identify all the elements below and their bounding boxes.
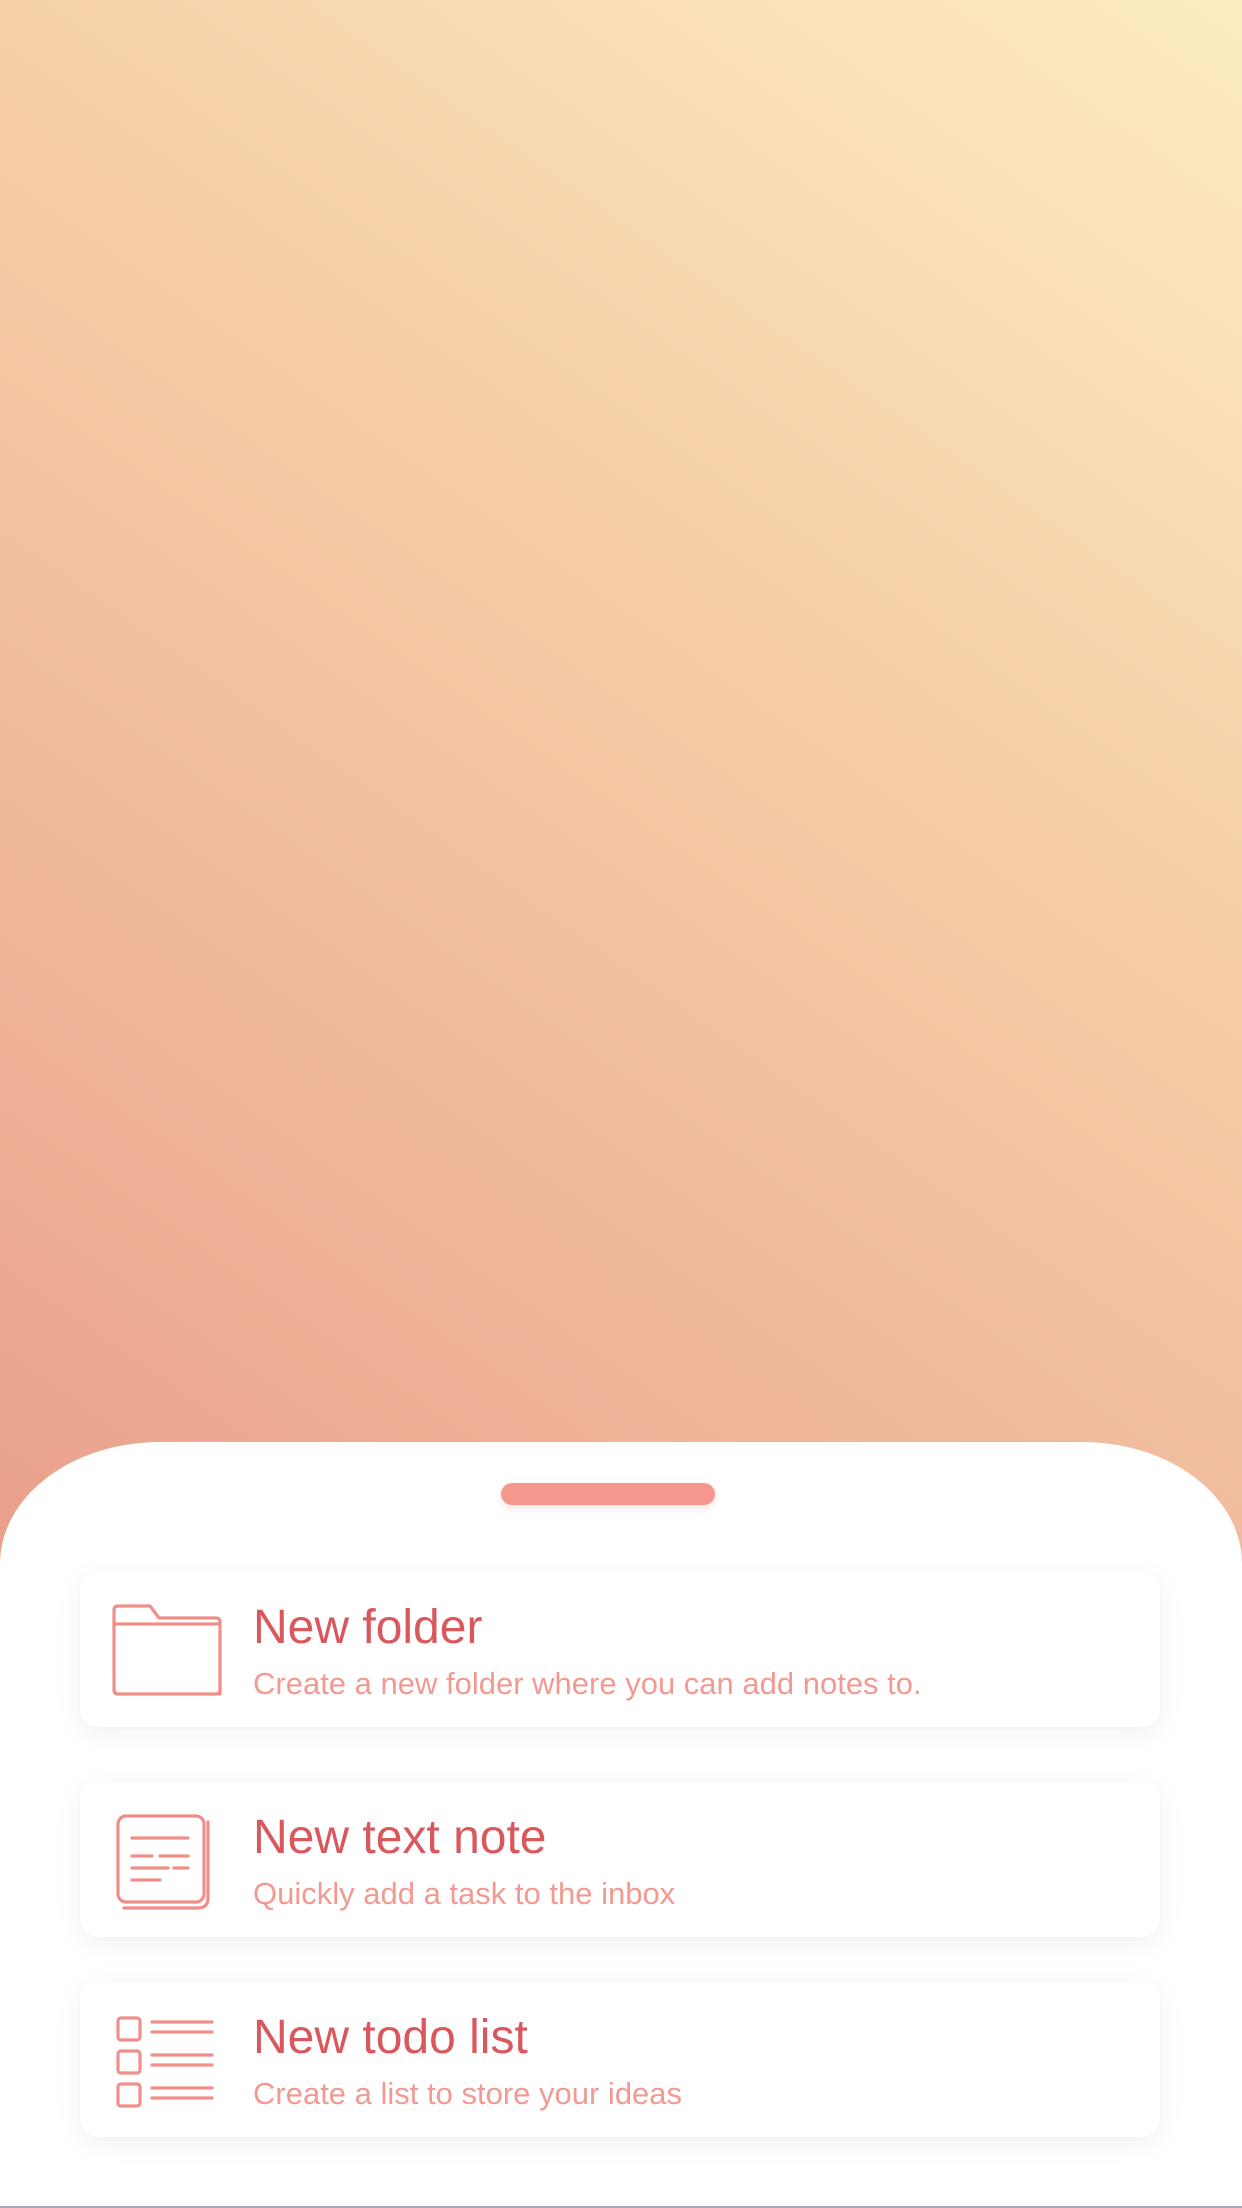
sheet-drag-handle[interactable] bbox=[501, 1483, 715, 1505]
bottom-sheet: New folder Create a new folder where you… bbox=[0, 1442, 1242, 2208]
option-title: New todo list bbox=[253, 2011, 528, 2064]
todo-list-icon bbox=[108, 2012, 224, 2112]
option-subtitle: Quickly add a task to the inbox bbox=[253, 1876, 676, 1911]
new-folder-option[interactable]: New folder Create a new folder where you… bbox=[80, 1572, 1160, 1727]
text-note-icon bbox=[108, 1812, 224, 1912]
option-title: New text note bbox=[253, 1811, 547, 1864]
new-text-note-option[interactable]: New text note Quickly add a task to the … bbox=[80, 1782, 1160, 1937]
option-subtitle: Create a new folder where you can add no… bbox=[253, 1666, 922, 1701]
option-title: New folder bbox=[253, 1601, 483, 1654]
new-todo-list-option[interactable]: New todo list Create a list to store you… bbox=[80, 1982, 1160, 2137]
folder-icon bbox=[108, 1602, 224, 1702]
option-subtitle: Create a list to store your ideas bbox=[253, 2076, 683, 2111]
